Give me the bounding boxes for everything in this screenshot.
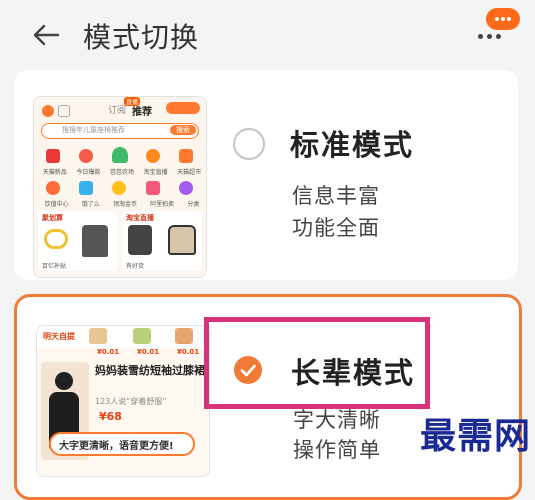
preview-bottom-left: 百亿补贴 bbox=[42, 263, 67, 270]
standard-mode-preview: 订阅 推荐 直播 搜搜年儿童座椅推荐 搜索 天猫新品 今日爆款 芭芭农场 淘宝直播 天猫… bbox=[33, 96, 207, 278]
preview-product-title: 妈妈装雪纺短袖过膝裙 bbox=[95, 364, 205, 377]
preview-labels-row2: 饮值中心 饿了么 领淘金币 阿里拍卖 分类 bbox=[44, 201, 200, 208]
standard-mode-desc2: 功能全面 bbox=[292, 216, 380, 240]
standard-mode-desc1: 信息丰富 bbox=[292, 184, 380, 208]
preview-sold-text: 123人说“穿着舒服” bbox=[95, 397, 167, 406]
top-bar: 模式切换 bbox=[0, 0, 535, 66]
back-arrow-icon[interactable] bbox=[30, 19, 62, 51]
preview-section-right: 淘宝直播 bbox=[126, 214, 154, 222]
preview-header: 明天自提 bbox=[43, 332, 75, 341]
standard-mode-radio[interactable] bbox=[233, 128, 265, 160]
live-badge: 直播 bbox=[124, 97, 141, 106]
preview-banner: 大字更清晰，语音更方便! bbox=[49, 432, 195, 456]
preview-price: ¥68 bbox=[99, 410, 122, 423]
preview-section-left: 聚划算 bbox=[42, 214, 63, 222]
standard-mode-card[interactable]: 订阅 推荐 直播 搜搜年儿童座椅推荐 搜索 天猫新品 今日爆款 芭芭农场 淘宝直播 天猫… bbox=[14, 70, 518, 280]
preview-price-tag-2: ¥0.01 bbox=[137, 348, 160, 356]
more-menu-button[interactable] bbox=[478, 8, 520, 42]
preview-price-tag: ¥0.01 bbox=[97, 348, 120, 356]
watermark-text: 最需网 bbox=[420, 416, 532, 457]
page-title: 模式切换 bbox=[83, 21, 200, 54]
preview-price-tag-3: ¥0.01 bbox=[177, 348, 200, 356]
preview-bottom-right: 有好货 bbox=[126, 263, 145, 270]
message-bubble-icon bbox=[486, 8, 520, 30]
standard-mode-title: 标准模式 bbox=[290, 128, 415, 162]
tab-follow: 订阅 bbox=[108, 106, 127, 116]
highlight-annotation-box bbox=[204, 317, 430, 409]
preview-labels-row1: 天猫新品 今日爆款 芭芭农场 淘宝直播 天猫超市 bbox=[42, 169, 202, 176]
elder-mode-preview: 明天自提 ¥0.01 ¥0.01 ¥0.01 妈妈装雪纺短袖过膝裙 123人说“… bbox=[36, 325, 210, 477]
preview-search-bar: 搜搜年儿童座椅推荐 搜索 bbox=[41, 123, 199, 139]
elder-mode-desc2: 操作简单 bbox=[293, 438, 381, 462]
